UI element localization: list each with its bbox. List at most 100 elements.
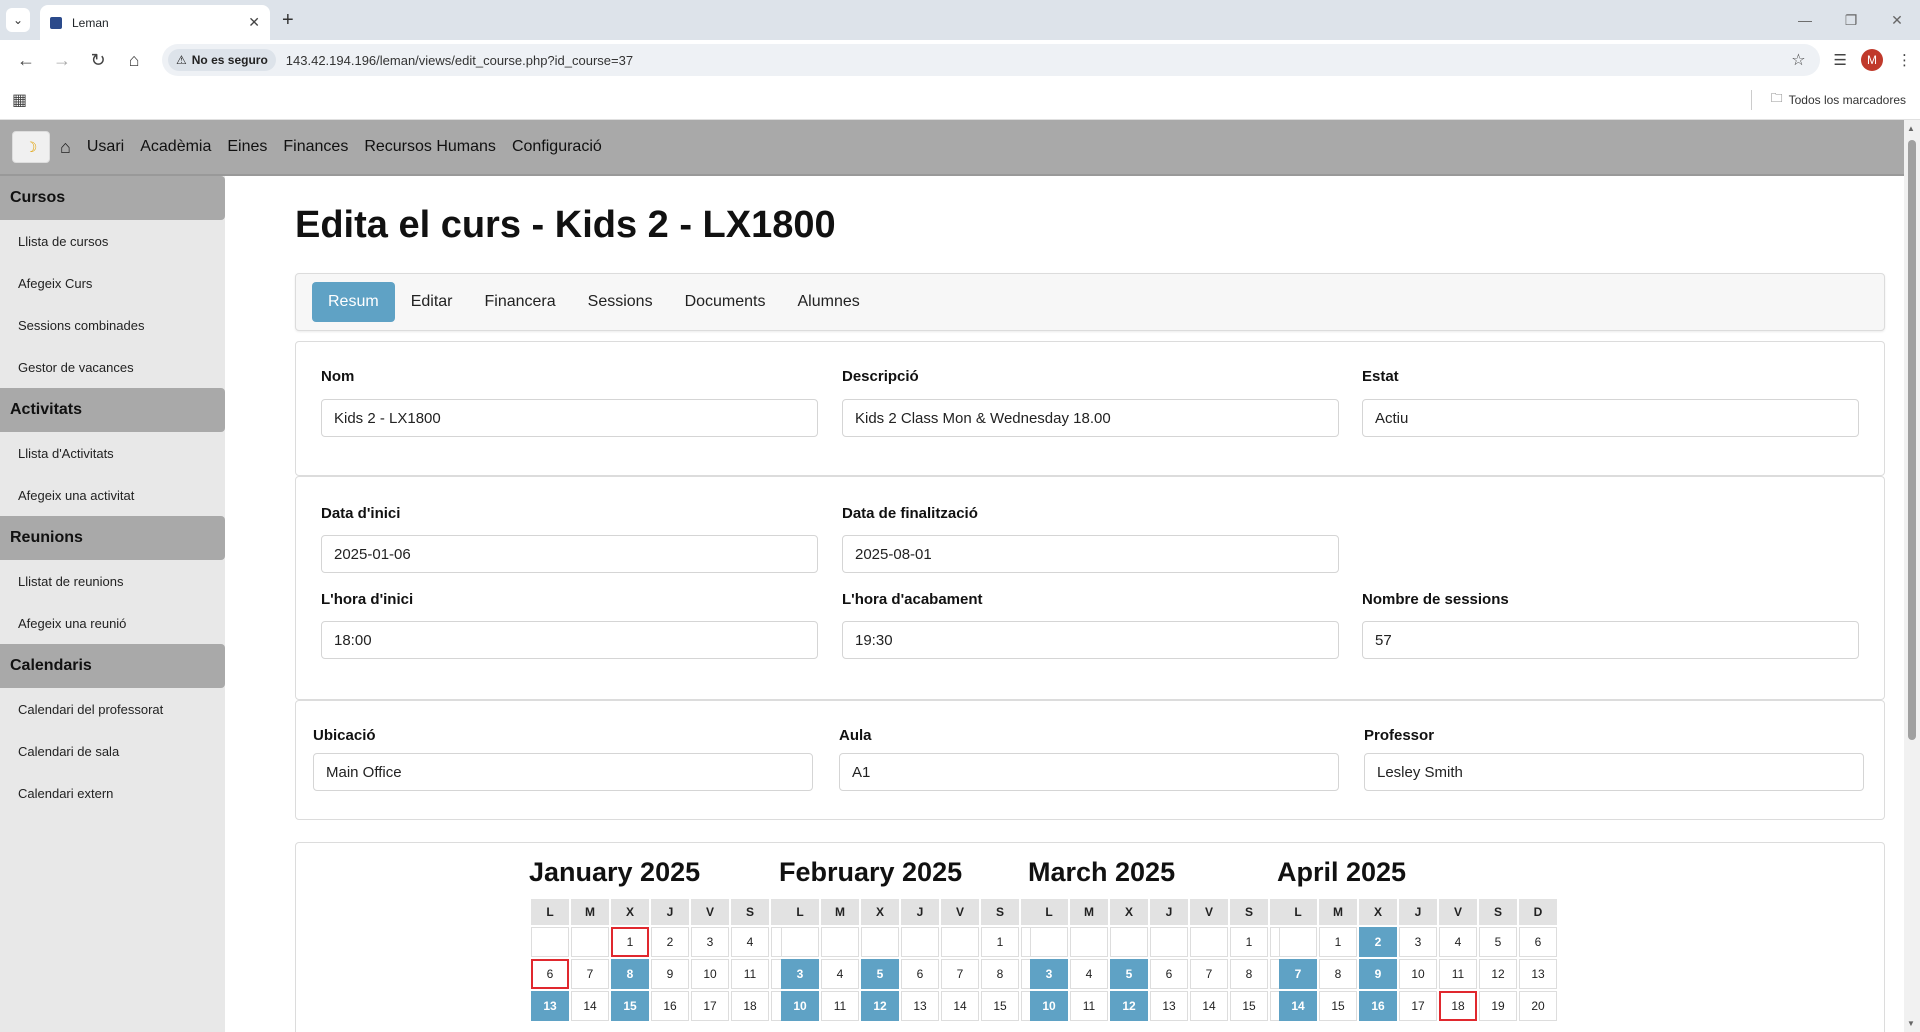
forward-arrow-icon[interactable]: → <box>44 44 80 76</box>
descripcio-field[interactable]: Kids 2 Class Mon & Wednesday 18.00 <box>842 399 1339 437</box>
nav-usari[interactable]: Usari <box>87 138 124 156</box>
tab-resum[interactable]: Resum <box>312 282 395 322</box>
sidebar-item-afegeix-reunio[interactable]: Afegeix una reunió <box>0 602 225 644</box>
day-cell[interactable]: 11 <box>1439 959 1477 989</box>
security-chip[interactable]: ⚠ No es seguro <box>168 49 276 71</box>
session-day-cell[interactable]: 15 <box>611 991 649 1021</box>
tab-documents[interactable]: Documents <box>669 282 782 322</box>
day-cell[interactable]: 13 <box>901 991 939 1021</box>
sidebar-item-sessions-combinades[interactable]: Sessions combinades <box>0 304 225 346</box>
holiday-day-cell[interactable]: 18 <box>1439 991 1477 1021</box>
day-cell[interactable]: 14 <box>571 991 609 1021</box>
day-cell[interactable]: 17 <box>1399 991 1437 1021</box>
tab-sessions[interactable]: Sessions <box>572 282 669 322</box>
nom-field[interactable]: Kids 2 - LX1800 <box>321 399 818 437</box>
day-cell[interactable]: 18 <box>731 991 769 1021</box>
day-cell[interactable]: 10 <box>691 959 729 989</box>
session-day-cell[interactable]: 16 <box>1359 991 1397 1021</box>
sidebar-item-afegeix-curs[interactable]: Afegeix Curs <box>0 262 225 304</box>
session-day-cell[interactable]: 10 <box>1030 991 1068 1021</box>
ubicacio-field[interactable]: Main Office <box>313 753 813 791</box>
day-cell[interactable]: 4 <box>1070 959 1108 989</box>
window-close-icon[interactable]: ✕ <box>1874 0 1920 40</box>
estat-field[interactable]: Actiu <box>1362 399 1859 437</box>
restore-icon[interactable]: ❐ <box>1828 0 1874 40</box>
new-tab-plus-icon[interactable]: + <box>282 8 294 32</box>
session-day-cell[interactable]: 9 <box>1359 959 1397 989</box>
nav-configuracio[interactable]: Configuració <box>512 138 602 156</box>
day-cell[interactable]: 6 <box>1150 959 1188 989</box>
all-bookmarks-button[interactable]: 🗀 Todos los marcadores <box>1771 89 1906 110</box>
day-cell[interactable]: 7 <box>571 959 609 989</box>
sidebar-item-llistat-reunions[interactable]: Llistat de reunions <box>0 560 225 602</box>
day-cell[interactable]: 12 <box>1479 959 1517 989</box>
day-cell[interactable]: 16 <box>651 991 689 1021</box>
sidebar-item-afegeix-activitat[interactable]: Afegeix una activitat <box>0 474 225 516</box>
session-day-cell[interactable]: 12 <box>1110 991 1148 1021</box>
session-day-cell[interactable]: 5 <box>1110 959 1148 989</box>
sidebar-item-calendari-extern[interactable]: Calendari extern <box>0 772 225 814</box>
home-icon[interactable]: ⌂ <box>60 137 71 158</box>
url-text[interactable]: 143.42.194.196/leman/views/edit_course.p… <box>286 53 1791 68</box>
session-day-cell[interactable]: 10 <box>781 991 819 1021</box>
tab-financera[interactable]: Financera <box>468 282 571 322</box>
scroll-thumb[interactable] <box>1908 140 1916 740</box>
tab-alumnes[interactable]: Alumnes <box>781 282 875 322</box>
session-day-cell[interactable]: 7 <box>1279 959 1317 989</box>
day-cell[interactable]: 7 <box>941 959 979 989</box>
day-cell[interactable]: 7 <box>1190 959 1228 989</box>
day-cell[interactable]: 6 <box>1519 927 1557 957</box>
session-day-cell[interactable]: 5 <box>861 959 899 989</box>
data-inici-field[interactable]: 2025-01-06 <box>321 535 818 573</box>
holiday-day-cell[interactable]: 1 <box>611 927 649 957</box>
day-cell[interactable]: 15 <box>981 991 1019 1021</box>
day-cell[interactable]: 8 <box>981 959 1019 989</box>
reload-icon[interactable]: ↻ <box>80 44 116 76</box>
session-day-cell[interactable]: 2 <box>1359 927 1397 957</box>
aula-field[interactable]: A1 <box>839 753 1339 791</box>
nav-recursos-humans[interactable]: Recursos Humans <box>364 138 496 156</box>
sidebar-item-llista-activitats[interactable]: Llista d'Activitats <box>0 432 225 474</box>
minimize-icon[interactable]: — <box>1782 0 1828 40</box>
scroll-up-icon[interactable]: ▲ <box>1907 124 1915 133</box>
day-cell[interactable]: 2 <box>651 927 689 957</box>
sidebar-item-calendari-professorat[interactable]: Calendari del professorat <box>0 688 225 730</box>
day-cell[interactable]: 13 <box>1519 959 1557 989</box>
day-cell[interactable]: 1 <box>1230 927 1268 957</box>
day-cell[interactable]: 6 <box>901 959 939 989</box>
session-day-cell[interactable]: 3 <box>1030 959 1068 989</box>
day-cell[interactable]: 1 <box>1319 927 1357 957</box>
day-cell[interactable]: 5 <box>1479 927 1517 957</box>
professor-field[interactable]: Lesley Smith <box>1364 753 1864 791</box>
tab-search-button[interactable]: ⌄ <box>6 8 30 32</box>
nav-finances[interactable]: Finances <box>283 138 348 156</box>
day-cell[interactable]: 1 <box>981 927 1019 957</box>
day-cell[interactable]: 14 <box>1190 991 1228 1021</box>
day-cell[interactable]: 15 <box>1230 991 1268 1021</box>
day-cell[interactable]: 11 <box>821 991 859 1021</box>
hora-inici-field[interactable]: 18:00 <box>321 621 818 659</box>
day-cell[interactable]: 9 <box>651 959 689 989</box>
sidebar-item-llista-cursos[interactable]: Llista de cursos <box>0 220 225 262</box>
day-cell[interactable]: 11 <box>731 959 769 989</box>
data-finalitzacio-field[interactable]: 2025-08-01 <box>842 535 1339 573</box>
day-cell[interactable]: 8 <box>1230 959 1268 989</box>
hora-acabament-field[interactable]: 19:30 <box>842 621 1339 659</box>
day-cell[interactable]: 15 <box>1319 991 1357 1021</box>
nav-academia[interactable]: Acadèmia <box>140 138 211 156</box>
kebab-menu-icon[interactable]: ⋮ <box>1897 51 1912 69</box>
day-cell[interactable]: 8 <box>1319 959 1357 989</box>
omnibox[interactable]: ⚠ No es seguro 143.42.194.196/leman/view… <box>162 44 1820 76</box>
day-cell[interactable]: 13 <box>1150 991 1188 1021</box>
browser-home-icon[interactable]: ⌂ <box>116 44 152 76</box>
holiday-day-cell[interactable]: 6 <box>531 959 569 989</box>
nav-eines[interactable]: Eines <box>227 138 267 156</box>
session-day-cell[interactable]: 12 <box>861 991 899 1021</box>
day-cell[interactable]: 20 <box>1519 991 1557 1021</box>
profile-avatar[interactable]: M <box>1861 49 1883 71</box>
sidebar-item-gestor-vacances[interactable]: Gestor de vacances <box>0 346 225 388</box>
nombre-sessions-field[interactable]: 57 <box>1362 621 1859 659</box>
day-cell[interactable]: 3 <box>1399 927 1437 957</box>
bookmark-star-icon[interactable]: ☆ <box>1791 50 1805 70</box>
theme-toggle-button[interactable]: ☽ <box>12 131 50 163</box>
